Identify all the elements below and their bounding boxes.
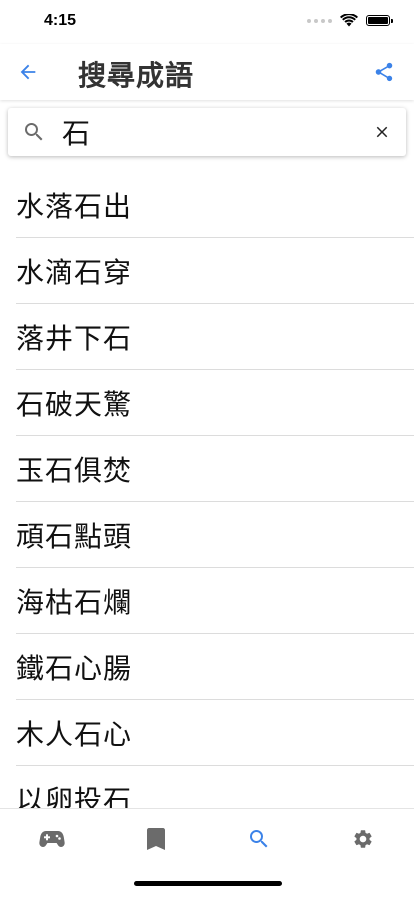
nav-search-button[interactable]	[231, 823, 287, 855]
nav-games-button[interactable]	[24, 823, 80, 855]
gamepad-icon	[39, 831, 65, 847]
share-button[interactable]	[368, 56, 400, 88]
share-icon	[375, 62, 393, 82]
list-item[interactable]: 水滴石穿	[16, 238, 414, 304]
results-list: 水落石出 水滴石穿 落井下石 石破天驚 玉石俱焚 頑石點頭 海枯石爛 鐵石心腸 …	[0, 172, 414, 808]
nav-bookmarks-button[interactable]	[128, 823, 184, 855]
close-icon	[376, 126, 388, 138]
arrow-back-icon	[20, 64, 36, 80]
search-icon	[250, 830, 268, 848]
list-item[interactable]: 石破天驚	[16, 370, 414, 436]
status-icons	[307, 14, 393, 27]
page-title: 搜尋成語	[78, 59, 195, 92]
status-bar: 4:15	[0, 0, 414, 44]
back-button[interactable]	[12, 56, 44, 88]
list-item[interactable]: 頑石點頭	[16, 502, 414, 568]
search-bar	[8, 108, 406, 156]
status-time: 4:15	[44, 12, 77, 29]
cellular-signal-icon	[307, 18, 332, 23]
list-item[interactable]: 鐵石心腸	[16, 634, 414, 700]
list-item[interactable]: 落井下石	[16, 304, 414, 370]
list-item[interactable]: 海枯石爛	[16, 568, 414, 634]
gear-icon	[354, 830, 372, 848]
list-item[interactable]: 以卵投石	[16, 766, 414, 809]
search-icon	[25, 123, 43, 141]
app-bar: 搜尋成語	[0, 44, 414, 100]
battery-icon	[366, 15, 393, 26]
wifi-icon	[340, 14, 358, 27]
list-item[interactable]: 玉石俱焚	[16, 436, 414, 502]
clear-search-button[interactable]	[370, 120, 394, 144]
nav-settings-button[interactable]	[335, 823, 391, 855]
home-indicator	[134, 881, 282, 886]
list-item[interactable]: 木人石心	[16, 700, 414, 766]
list-item[interactable]: 水落石出	[16, 172, 414, 238]
search-input[interactable]	[62, 114, 362, 150]
bookmark-icon	[147, 828, 165, 850]
